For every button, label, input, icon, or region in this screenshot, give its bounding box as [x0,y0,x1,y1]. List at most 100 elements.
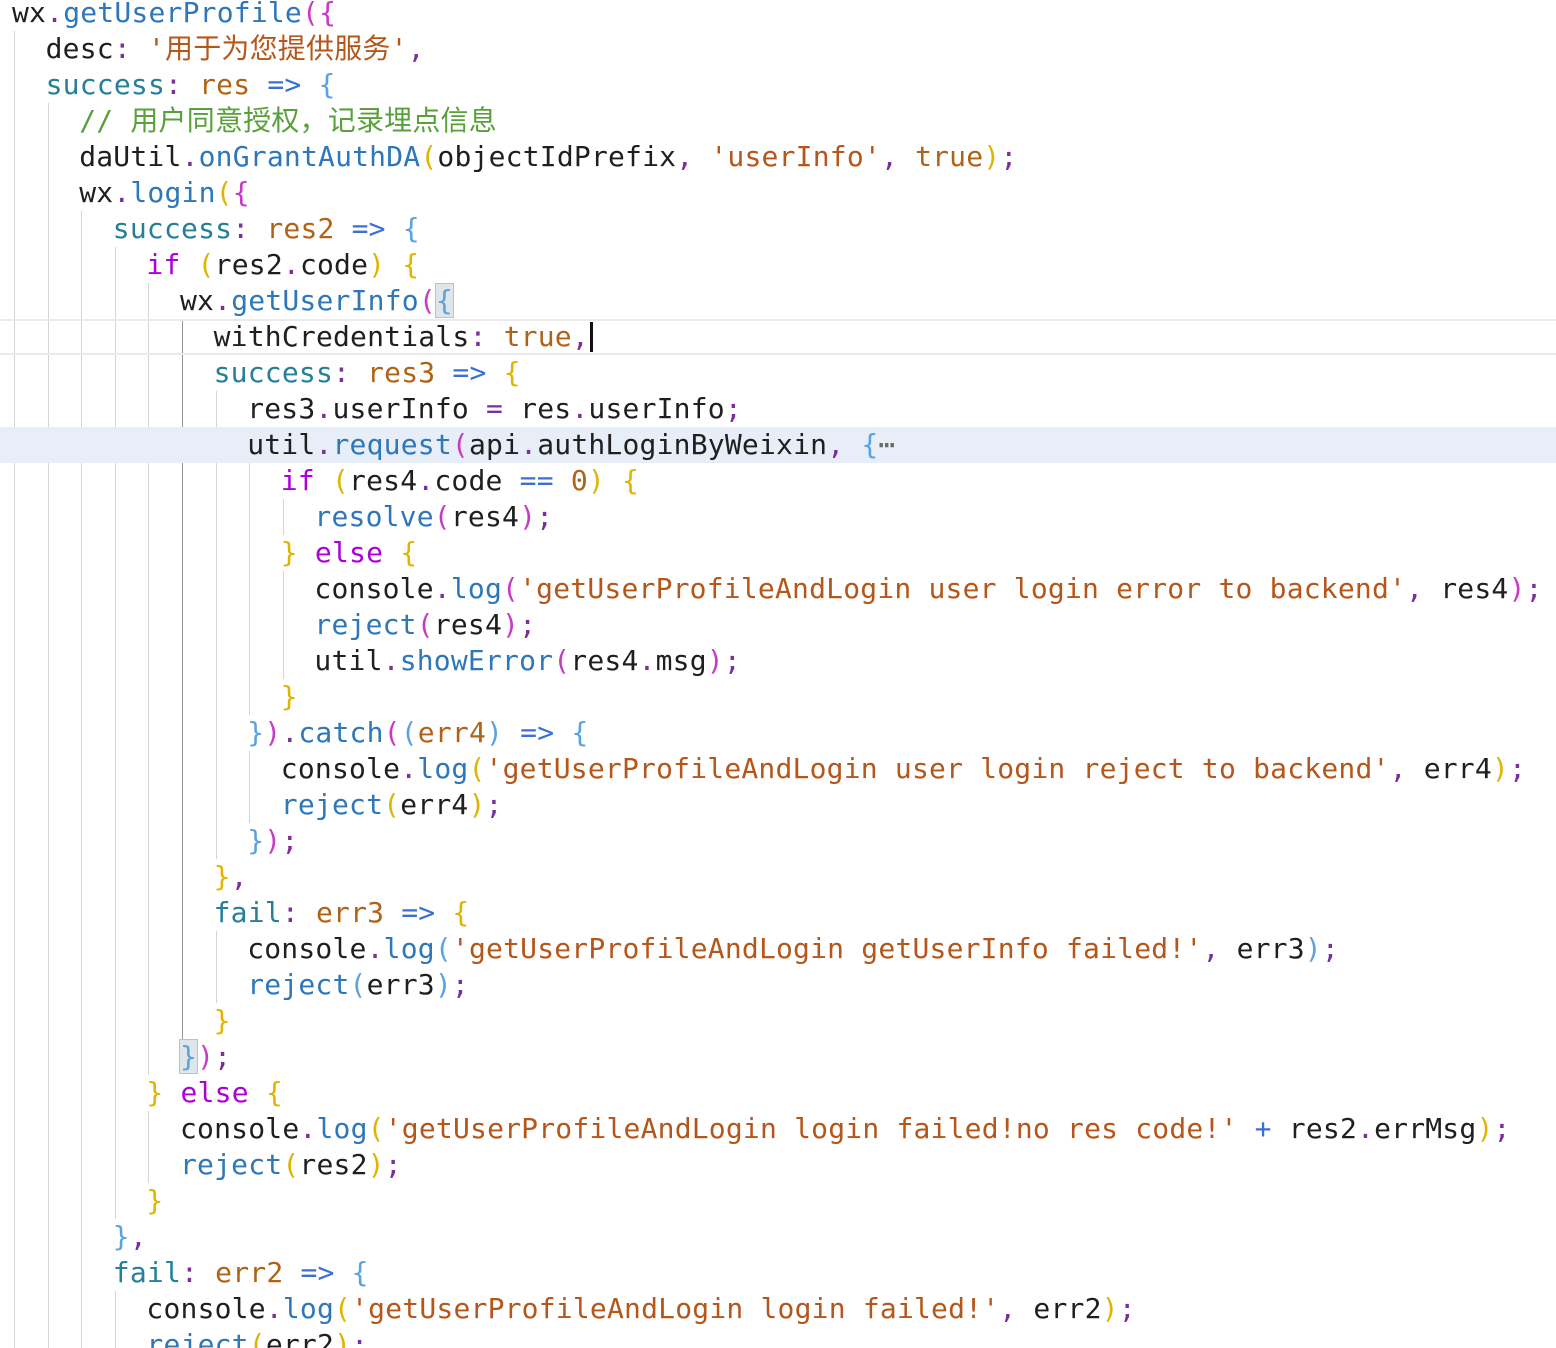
code-token: ; [451,968,469,1001]
code-token: . [282,248,300,281]
code-token: ( [367,1112,385,1145]
code-line[interactable]: util.showError(res4.msg); [0,643,1556,679]
code-line[interactable]: res3.userInfo = res.userInfo; [0,391,1556,427]
code-token: // 用户同意授权，记录埋点信息 [79,104,497,137]
code-token: 'getUserProfileAndLogin login failed!' [351,1292,1000,1325]
code-token: , [1202,932,1237,965]
code-token: , [230,860,248,893]
code-token: . [1357,1112,1375,1145]
code-line-text: } [281,679,298,715]
code-line[interactable]: console.log('getUserProfileAndLogin logi… [0,1111,1556,1147]
code-token: + [1237,1112,1289,1145]
code-token: } [146,1184,164,1217]
code-token: ; [384,1148,402,1181]
code-line[interactable]: }, [0,1219,1556,1255]
code-line[interactable]: } [0,1003,1556,1039]
code-line-text: reject(err2); [146,1327,368,1348]
code-line[interactable]: success: res => { [0,67,1556,103]
code-line[interactable]: resolve(res4); [0,499,1556,535]
code-token: ; [1525,572,1543,605]
code-line[interactable]: reject(err3); [0,967,1556,1003]
code-line[interactable]: if (res2.code) { [0,247,1556,283]
code-token: } [213,1004,231,1037]
code-line[interactable]: } else { [0,535,1556,571]
code-token: showError [399,644,554,677]
code-line[interactable]: reject(res2); [0,1147,1556,1183]
code-line[interactable]: daUtil.onGrantAuthDA(objectIdPrefix, 'us… [0,139,1556,175]
code-line[interactable]: } [0,679,1556,715]
code-token: objectIdPrefix [437,140,677,173]
code-line[interactable]: desc: '用于为您提供服务', [0,31,1556,67]
code-line[interactable]: // 用户同意授权，记录埋点信息 [0,103,1556,139]
code-token: log [450,572,503,605]
code-line[interactable]: if (res4.code == 0) { [0,463,1556,499]
code-line-text: } [214,1003,231,1039]
code-line[interactable]: console.log('getUserProfileAndLogin user… [0,751,1556,787]
fold-ellipsis-icon[interactable]: ⋯ [878,428,895,461]
code-token: ; [1321,932,1339,965]
code-token: if [146,248,181,281]
code-editor[interactable]: wx.getUserProfile({desc: '用于为您提供服务', succ… [0,0,1556,1348]
code-line[interactable]: success: res3 => { [0,355,1556,391]
code-token: ( [349,968,367,1001]
code-line[interactable]: }).catch((err4) => { [0,715,1556,751]
code-line-text: } else { [281,535,417,571]
code-token: res2 [214,248,283,281]
code-token: err3 [1236,932,1305,965]
code-line-text: if (res4.code == 0) { [281,463,639,499]
code-token: . [366,932,384,965]
code-line[interactable]: console.log('getUserProfileAndLogin user… [0,571,1556,607]
code-line-text: wx.login({ [79,175,250,211]
code-token: , [676,140,711,173]
code-token: . [46,0,64,29]
code-line[interactable]: withCredentials: true, [0,319,1556,355]
code-token: ) [197,1040,215,1073]
code-token: resolve [314,500,434,533]
code-token: 'getUserProfileAndLogin login failed!no … [384,1112,1238,1145]
code-line[interactable]: reject(err2); [0,1327,1556,1348]
code-line-text: reject(res4); [314,607,536,643]
code-token: msg [655,644,707,677]
code-line[interactable]: wx.getUserProfile({ [0,0,1556,31]
code-token: ( [400,716,418,749]
code-line[interactable]: reject(err4); [0,787,1556,823]
code-line[interactable]: }); [0,823,1556,859]
code-token: { [232,176,250,209]
code-token: err3 [315,896,385,929]
code-line[interactable]: reject(res4); [0,607,1556,643]
code-token: withCredentials [213,320,470,353]
code-line[interactable]: util.request(api.authLoginByWeixin, {⋯ [0,427,1556,463]
code-line[interactable]: console.log('getUserProfileAndLogin getU… [0,931,1556,967]
code-line[interactable]: wx.login({ [0,175,1556,211]
code-token: wx [12,0,47,29]
code-token: err2 [1033,1292,1102,1325]
code-token: { [400,536,418,569]
code-line[interactable]: console.log('getUserProfileAndLogin logi… [0,1291,1556,1327]
code-token: console [280,752,401,785]
code-line[interactable]: fail: err3 => { [0,895,1556,931]
code-token: ; [485,788,503,821]
code-token: { [452,896,470,929]
code-line-text: desc: '用于为您提供服务', [46,31,425,67]
code-token: ( [383,788,401,821]
code-line[interactable]: fail: err2 => { [0,1255,1556,1291]
code-line[interactable]: success: res2 => { [0,211,1556,247]
code-token: log [417,752,469,785]
code-line-text: // 用户同意授权，记录埋点信息 [79,103,497,139]
code-token: ( [468,752,486,785]
code-token: success [45,68,165,101]
code-token: 'getUserProfileAndLogin user login error… [519,572,1407,605]
code-token: else [314,536,384,569]
code-line[interactable]: wx.getUserInfo({ [0,283,1556,319]
code-line[interactable]: } [0,1183,1556,1219]
code-token: log [282,1292,335,1325]
code-line[interactable]: }); [0,1039,1556,1075]
code-token: } [146,1076,164,1109]
code-token: ( [502,572,520,605]
code-line-text: util.showError(res4.msg); [314,643,741,679]
code-line[interactable]: } else { [0,1075,1556,1111]
code-line[interactable]: }, [0,859,1556,895]
code-token: ( [331,464,350,497]
code-token: . [520,428,538,461]
